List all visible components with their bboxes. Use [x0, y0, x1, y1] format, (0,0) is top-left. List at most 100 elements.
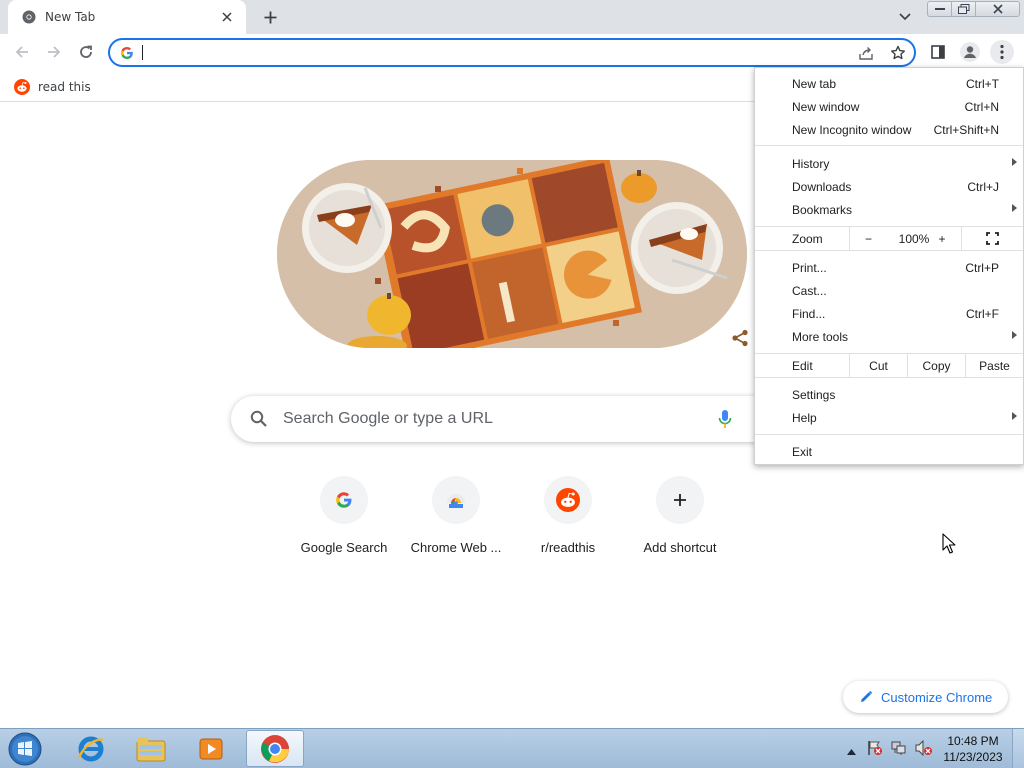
tab-title: New Tab: [45, 10, 96, 24]
window-close-button[interactable]: [975, 1, 1020, 17]
menu-zoom-row: Zoom − 100% +: [755, 227, 1023, 250]
new-tab-button[interactable]: [259, 6, 281, 28]
menu-separator: [755, 377, 1023, 378]
menu-more-tools[interactable]: More tools: [755, 325, 1023, 348]
browser-toolbar: [0, 34, 1024, 71]
side-panel-icon[interactable]: [926, 40, 950, 64]
clock-time: 10:48 PM: [947, 734, 999, 748]
menu-label: Print...: [792, 260, 827, 275]
pencil-icon: [859, 690, 873, 704]
menu-label: Find...: [792, 306, 826, 321]
customize-label: Customize Chrome: [881, 689, 993, 705]
window-minimize-button[interactable]: [927, 1, 952, 17]
menu-shortcut: Ctrl+J: [967, 179, 999, 194]
menu-print[interactable]: Print... Ctrl+P: [755, 256, 1023, 279]
menu-label: History: [792, 156, 830, 171]
reddit-icon: [14, 79, 30, 95]
menu-help[interactable]: Help: [755, 406, 1023, 429]
shortcut-google-search[interactable]: Google Search: [288, 476, 400, 566]
menu-label: New window: [792, 99, 860, 114]
address-bar[interactable]: [108, 38, 916, 67]
tab-close-icon[interactable]: [218, 8, 236, 26]
google-icon: [320, 476, 368, 524]
shortcut-label: Add shortcut: [643, 540, 717, 555]
menu-new-incognito-window[interactable]: New Incognito window Ctrl+Shift+N: [755, 118, 1023, 141]
menu-label: Exit: [792, 444, 813, 459]
edit-paste-button[interactable]: Paste: [965, 354, 1023, 377]
menu-label: Cast...: [792, 283, 827, 298]
media-player-icon[interactable]: [182, 730, 240, 767]
menu-new-window[interactable]: New window Ctrl+N: [755, 95, 1023, 118]
show-desktop-button[interactable]: [1012, 729, 1024, 768]
text-caret: [142, 45, 143, 60]
menu-settings[interactable]: Settings: [755, 383, 1023, 406]
shortcut-add[interactable]: Add shortcut: [624, 476, 736, 566]
shortcut-r-readthis[interactable]: r/readthis: [512, 476, 624, 566]
menu-downloads[interactable]: Downloads Ctrl+J: [755, 175, 1023, 198]
taskbar-clock[interactable]: 10:48 PM 11/23/2023: [938, 733, 1008, 765]
ntp-search-box[interactable]: Search Google or type a URL: [231, 396, 791, 442]
edit-cut-button[interactable]: Cut: [849, 354, 907, 377]
zoom-out-button[interactable]: −: [849, 227, 887, 250]
submenu-arrow-icon: [1012, 158, 1017, 166]
bookmark-read-this[interactable]: read this: [10, 76, 95, 98]
chrome-app-menu: New tab Ctrl+T New window Ctrl+N New Inc…: [754, 67, 1024, 465]
fullscreen-icon[interactable]: [961, 227, 1023, 250]
file-explorer-icon[interactable]: [122, 730, 180, 767]
menu-shortcut: Ctrl+P: [965, 260, 999, 275]
menu-separator: [755, 250, 1023, 251]
reload-button[interactable]: [74, 40, 98, 64]
menu-shortcut: Ctrl+N: [964, 99, 999, 114]
action-center-flag-icon[interactable]: [867, 740, 883, 759]
plus-icon: [656, 476, 704, 524]
menu-history[interactable]: History: [755, 152, 1023, 175]
shortcut-chrome-web-store[interactable]: Chrome Web ...: [400, 476, 512, 566]
google-g-icon: [120, 46, 134, 60]
menu-bookmarks[interactable]: Bookmarks: [755, 198, 1023, 221]
window-restore-button[interactable]: [951, 1, 976, 17]
zoom-in-button[interactable]: +: [927, 227, 957, 250]
menu-edit-row: Edit Cut Copy Paste: [755, 354, 1023, 377]
reddit-icon: [544, 476, 592, 524]
menu-exit[interactable]: Exit: [755, 440, 1023, 463]
menu-separator: [755, 145, 1023, 146]
volume-muted-icon[interactable]: [915, 739, 933, 759]
internet-explorer-icon[interactable]: [62, 730, 120, 767]
chrome-menu-button[interactable]: [990, 40, 1014, 64]
chrome-web-store-icon: [432, 476, 480, 524]
bookmark-star-icon[interactable]: [889, 44, 907, 62]
network-icon[interactable]: [891, 740, 907, 759]
bookmark-label: read this: [38, 80, 91, 94]
google-doodle[interactable]: [277, 160, 747, 348]
share-icon[interactable]: [857, 44, 875, 62]
chrome-icon[interactable]: [246, 730, 304, 767]
menu-separator: [755, 434, 1023, 435]
menu-new-tab[interactable]: New tab Ctrl+T: [755, 72, 1023, 95]
menu-label: Downloads: [792, 179, 852, 194]
menu-shortcut: Ctrl+F: [966, 306, 999, 321]
menu-find[interactable]: Find... Ctrl+F: [755, 302, 1023, 325]
tab-search-chevron-icon[interactable]: [896, 8, 914, 26]
menu-label: Bookmarks: [792, 202, 853, 217]
menu-label: Zoom: [792, 232, 823, 246]
submenu-arrow-icon: [1012, 331, 1017, 339]
edit-copy-button[interactable]: Copy: [907, 354, 965, 377]
profile-avatar-icon[interactable]: [958, 40, 982, 64]
doodle-share-icon[interactable]: [730, 328, 750, 348]
menu-label: New tab: [792, 76, 837, 91]
show-hidden-icons-icon[interactable]: [847, 744, 856, 758]
clock-date: 11/23/2023: [943, 750, 1003, 764]
search-placeholder: Search Google or type a URL: [283, 410, 493, 427]
start-button[interactable]: [6, 731, 44, 767]
voice-search-mic-icon[interactable]: [718, 409, 732, 429]
customize-chrome-button[interactable]: Customize Chrome: [843, 681, 1008, 713]
search-icon: [250, 410, 268, 428]
mouse-pointer-icon: [942, 533, 956, 555]
back-button[interactable]: [10, 40, 34, 64]
menu-cast[interactable]: Cast...: [755, 279, 1023, 302]
forward-button[interactable]: [42, 40, 66, 64]
menu-label: Help: [792, 410, 817, 425]
address-input[interactable]: [142, 44, 832, 61]
chrome-favicon-icon: [22, 10, 36, 24]
tab-new-tab[interactable]: New Tab: [8, 0, 246, 34]
